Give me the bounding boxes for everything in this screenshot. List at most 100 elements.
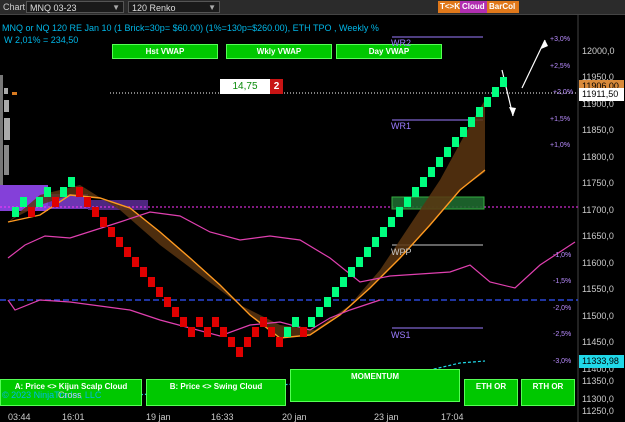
renko-brick bbox=[140, 267, 147, 277]
renko-brick bbox=[284, 327, 291, 337]
pct-label: +3,0% bbox=[550, 36, 571, 43]
renko-brick bbox=[212, 317, 219, 327]
pct-label: +1,0% bbox=[550, 142, 571, 149]
renko-brick bbox=[180, 317, 187, 327]
weekly-range-line: W 2,01% = 234,50 bbox=[4, 35, 79, 45]
renko-brick bbox=[268, 327, 275, 337]
renko-brick bbox=[36, 197, 43, 207]
tick-count-box: 14,75 bbox=[220, 79, 270, 94]
x-tick-label: 19 jan bbox=[146, 412, 171, 422]
renko-brick bbox=[220, 327, 227, 337]
renko-brick bbox=[468, 117, 475, 127]
level-wr1: WR1 bbox=[391, 121, 411, 131]
renko-brick bbox=[204, 327, 211, 337]
renko-brick bbox=[108, 227, 115, 237]
renko-brick bbox=[20, 197, 27, 207]
x-tick-label: 17:04 bbox=[441, 412, 464, 422]
x-tick-label: 20 jan bbox=[282, 412, 307, 422]
pct-label: -2,0% bbox=[553, 305, 572, 312]
pct-label: -1,5% bbox=[553, 278, 572, 285]
renko-brick bbox=[372, 237, 379, 247]
renko-brick bbox=[492, 87, 499, 97]
level-ws1: WS1 bbox=[391, 330, 411, 340]
renko-brick bbox=[428, 167, 435, 177]
level-wr2: WR2 bbox=[391, 38, 411, 48]
renko-brick bbox=[28, 207, 35, 217]
price-swing-cloud-button[interactable]: B: Price <> Swing Cloud bbox=[146, 379, 286, 406]
renko-brick bbox=[76, 187, 83, 197]
y-tick-label: 11450,0 bbox=[582, 337, 614, 347]
renko-brick bbox=[60, 187, 67, 197]
renko-brick bbox=[132, 257, 139, 267]
y-tick-label: 11700,0 bbox=[582, 205, 614, 215]
y-tick-label: 11800,0 bbox=[582, 152, 614, 162]
renko-brick bbox=[116, 237, 123, 247]
renko-brick bbox=[356, 257, 363, 267]
level-wpp: WPP bbox=[391, 247, 412, 257]
brick-count-badge: 2 bbox=[270, 79, 283, 94]
pct-label: -3,0% bbox=[553, 358, 572, 365]
renko-brick bbox=[164, 297, 171, 307]
renko-brick bbox=[388, 217, 395, 227]
x-tick-label: 03:44 bbox=[8, 412, 31, 422]
renko-brick bbox=[460, 127, 467, 137]
momentum-price-marker: 11333,98 bbox=[579, 355, 624, 368]
momentum-panel[interactable]: MOMENTUM bbox=[290, 369, 460, 402]
day-vwap-button[interactable]: Day VWAP bbox=[336, 44, 442, 59]
wkly-vwap-button[interactable]: Wkly VWAP bbox=[226, 44, 332, 59]
renko-brick bbox=[452, 137, 459, 147]
eth-or-button[interactable]: ETH OR bbox=[464, 379, 518, 406]
renko-brick bbox=[148, 277, 155, 287]
renko-brick bbox=[380, 227, 387, 237]
y-tick-label: 11250,0 bbox=[582, 406, 614, 416]
renko-brick bbox=[308, 317, 315, 327]
renko-brick bbox=[476, 107, 483, 117]
pct-label: -1,0% bbox=[553, 252, 572, 259]
y-tick-label: 11550,0 bbox=[582, 284, 614, 294]
pct-label: +2,0% bbox=[553, 89, 574, 96]
pct-label: -2,5% bbox=[553, 331, 572, 338]
renko-brick bbox=[124, 247, 131, 257]
renko-brick bbox=[172, 307, 179, 317]
renko-brick bbox=[484, 97, 491, 107]
renko-brick bbox=[156, 287, 163, 297]
renko-brick bbox=[84, 197, 91, 207]
renko-brick bbox=[364, 247, 371, 257]
renko-brick bbox=[420, 177, 427, 187]
renko-brick bbox=[68, 177, 75, 187]
renko-brick bbox=[188, 327, 195, 337]
y-tick-label: 11500,0 bbox=[582, 311, 614, 321]
pct-label: +1,5% bbox=[550, 116, 571, 123]
chart-info-line: MNQ or NQ 120 RE Jan 10 (1 Brick=30p= $6… bbox=[2, 23, 379, 33]
renko-brick bbox=[404, 197, 411, 207]
renko-brick bbox=[316, 307, 323, 317]
rth-or-button[interactable]: RTH OR bbox=[521, 379, 575, 406]
y-tick-label: 11650,0 bbox=[582, 231, 614, 241]
renko-brick bbox=[276, 337, 283, 347]
renko-brick bbox=[340, 277, 347, 287]
pct-label: +2,5% bbox=[550, 63, 571, 70]
renko-brick bbox=[444, 147, 451, 157]
x-tick-label: 16:01 bbox=[62, 412, 85, 422]
y-tick-label: 11850,0 bbox=[582, 125, 614, 135]
renko-brick bbox=[52, 197, 59, 207]
y-tick-label: 11600,0 bbox=[582, 258, 614, 268]
renko-brick bbox=[348, 267, 355, 277]
y-tick-label: 11750,0 bbox=[582, 178, 614, 188]
renko-brick bbox=[92, 207, 99, 217]
cross-label: Cross bbox=[58, 390, 82, 400]
renko-brick bbox=[236, 347, 243, 357]
renko-brick bbox=[44, 187, 51, 197]
hst-vwap-button[interactable]: Hst VWAP bbox=[112, 44, 218, 59]
x-tick-label: 23 jan bbox=[374, 412, 399, 422]
renko-brick bbox=[100, 217, 107, 227]
renko-brick bbox=[500, 77, 507, 87]
current-price-marker: 11911,50 bbox=[579, 88, 624, 101]
renko-brick bbox=[252, 327, 259, 337]
renko-brick bbox=[260, 317, 267, 327]
renko-brick bbox=[12, 207, 19, 217]
renko-brick bbox=[324, 297, 331, 307]
chart-area[interactable] bbox=[0, 0, 625, 422]
renko-brick bbox=[244, 337, 251, 347]
renko-brick bbox=[300, 327, 307, 337]
